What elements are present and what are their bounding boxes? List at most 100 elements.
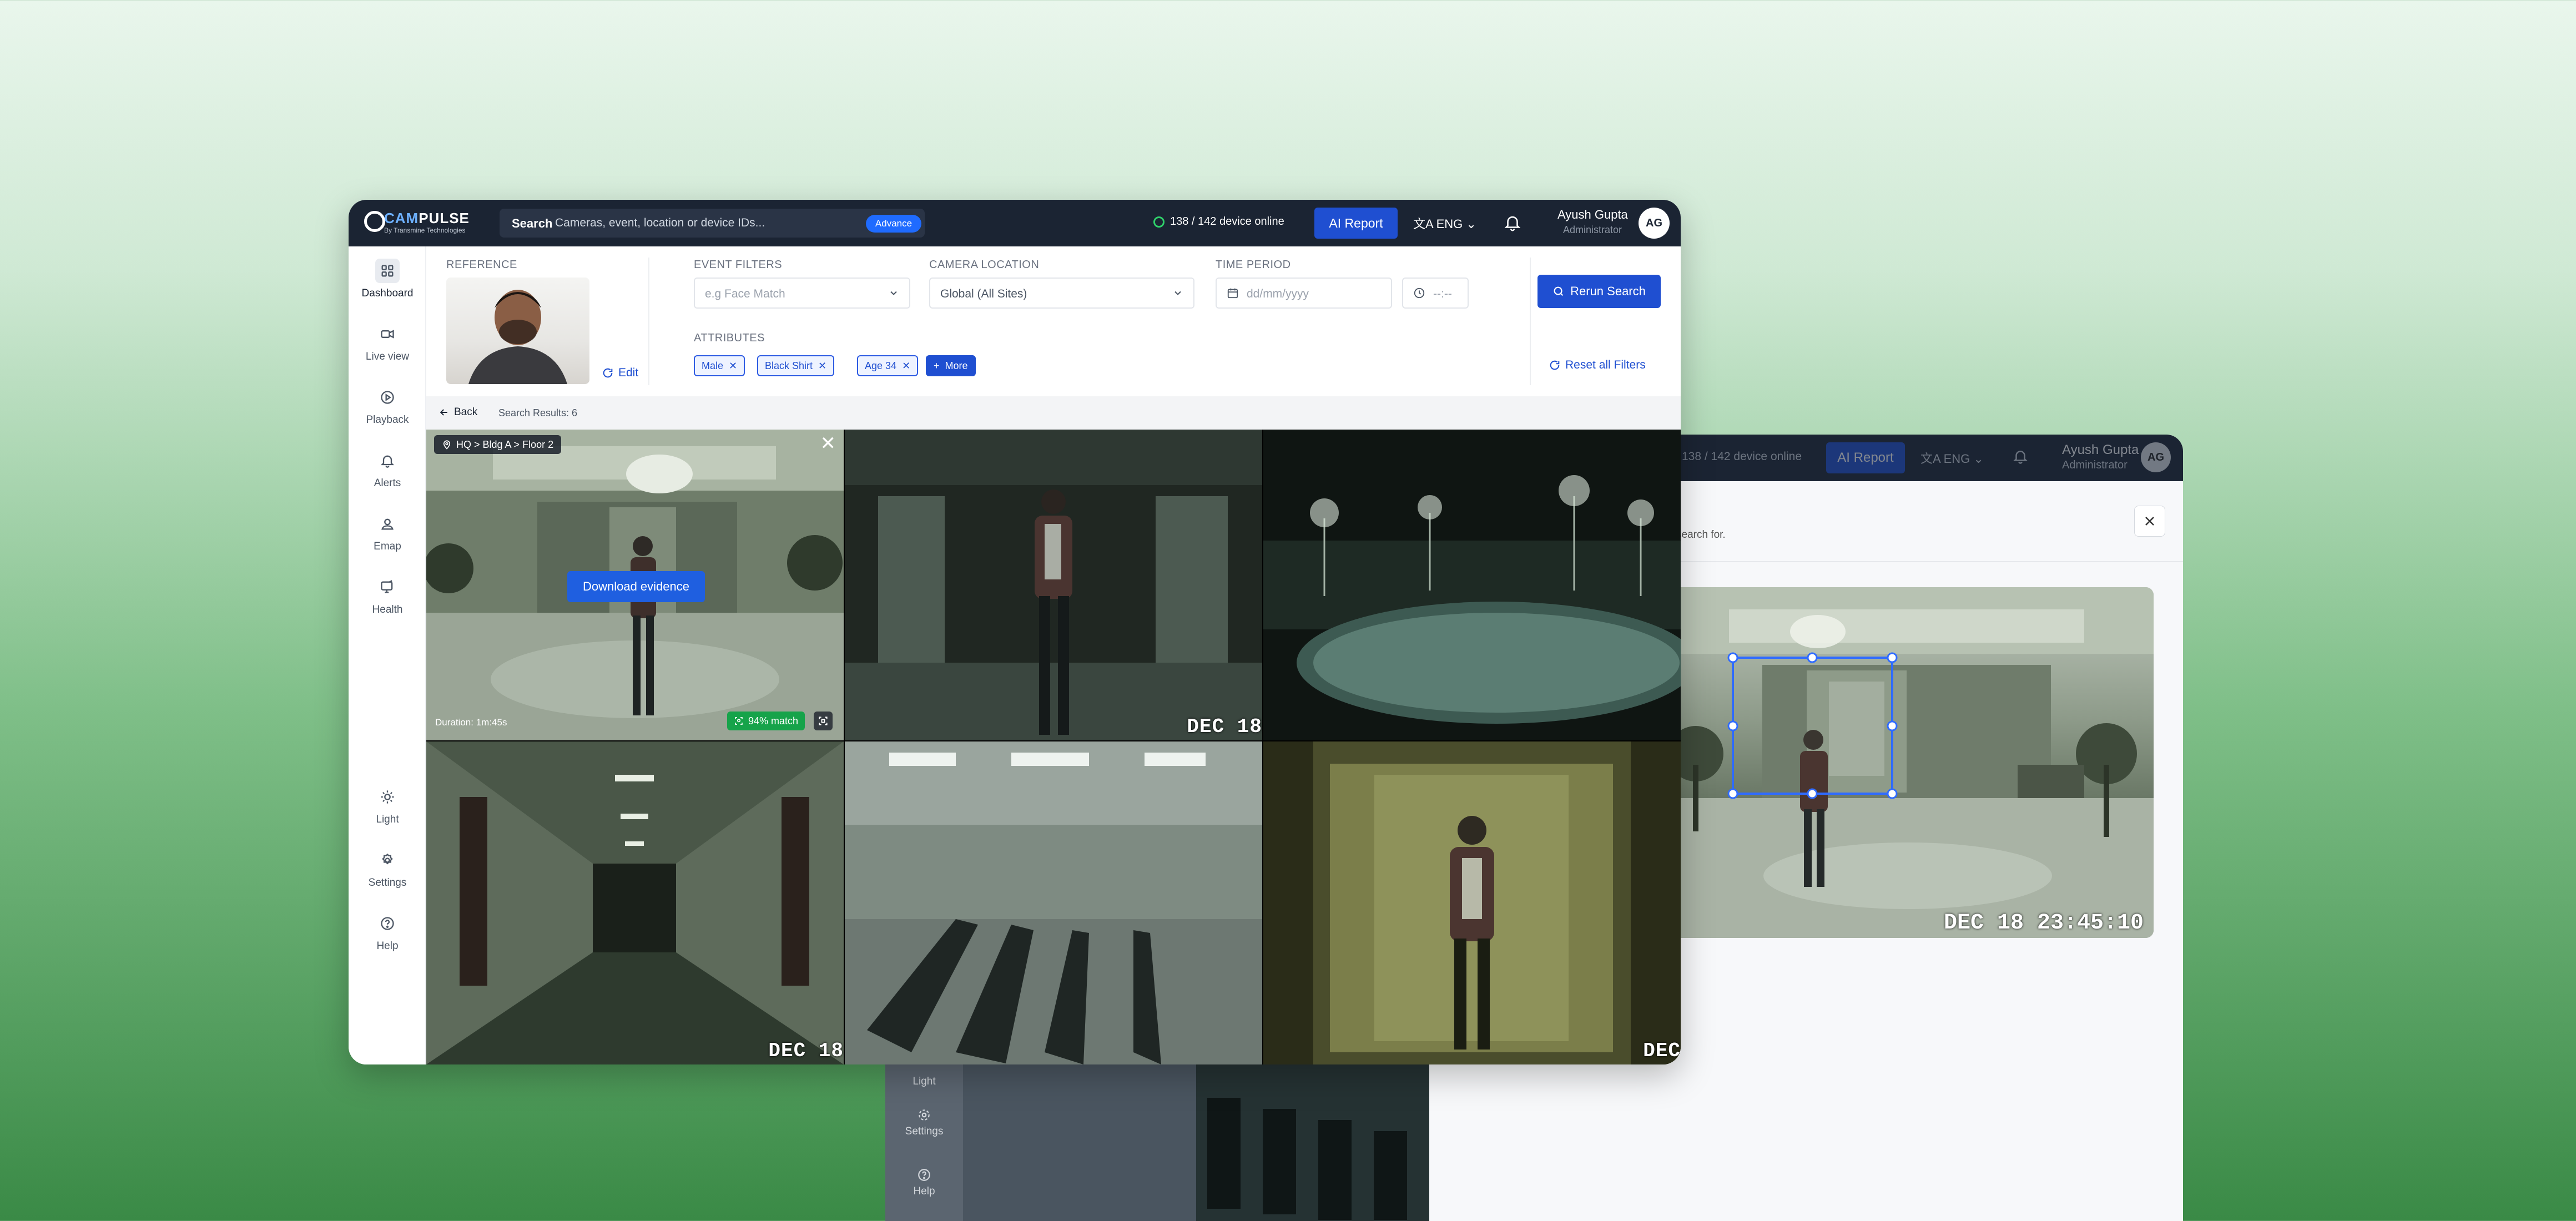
- background-avatar[interactable]: AG: [2141, 442, 2171, 472]
- sidebar-item-settings[interactable]: Settings: [349, 848, 426, 889]
- camera-location-select[interactable]: Global (All Sites): [929, 278, 1194, 309]
- face-scan-icon: [735, 717, 743, 725]
- pool-feed-illustration: [1263, 430, 1681, 740]
- sidebar-item-help[interactable]: Help: [349, 911, 426, 952]
- clock-icon: [1414, 287, 1425, 299]
- time-placeholder: --:--: [1433, 287, 1452, 300]
- camera-location-value: Global (All Sites): [940, 287, 1027, 300]
- health-monitor-icon: [381, 580, 393, 593]
- attribute-chip-male[interactable]: Male ✕: [694, 355, 745, 376]
- event-filters-select[interactable]: e.g Face Match: [694, 278, 910, 309]
- fullscreen-icon[interactable]: [814, 712, 833, 730]
- result-tile[interactable]: DEC: [1263, 741, 1681, 1064]
- back-button[interactable]: Back: [438, 406, 477, 418]
- background-sidebar-settings[interactable]: Settings: [885, 1108, 963, 1138]
- background-sidebar-light[interactable]: Light: [885, 1076, 963, 1088]
- brand-prefix: CAM: [384, 210, 419, 226]
- attribute-chip-black-shirt[interactable]: Black Shirt ✕: [757, 355, 835, 376]
- match-score-badge: 94% match: [727, 712, 805, 730]
- reference-face-photo[interactable]: [446, 278, 589, 384]
- close-icon[interactable]: ✕: [902, 360, 910, 372]
- gym-feed-illustration: [845, 741, 1262, 1064]
- search-input[interactable]: [555, 213, 855, 233]
- results-count: Search Results: 6: [498, 407, 578, 418]
- sidebar-item-alerts[interactable]: Alerts: [349, 448, 426, 490]
- lobby-scene-illustration: [1662, 587, 2154, 938]
- download-evidence-button[interactable]: Download evidence: [567, 571, 705, 602]
- attributes-label: ATTRIBUTES: [694, 332, 765, 344]
- time-period-label: TIME PERIOD: [1216, 259, 1291, 271]
- sidebar-item-label: Settings: [368, 877, 407, 889]
- attribute-chip-age[interactable]: Age 34 ✕: [857, 355, 919, 376]
- sidebar-item-emap[interactable]: Emap: [349, 512, 426, 553]
- selection-camera-image[interactable]: DEC 18 23:45:10: [1662, 587, 2154, 938]
- reference-label: REFERENCE: [446, 259, 517, 271]
- close-icon[interactable]: ✕: [729, 360, 737, 372]
- calendar-icon: [1227, 288, 1238, 299]
- user-name: Ayush Gupta: [1557, 208, 1628, 221]
- sidebar-item-label: Playback: [366, 414, 409, 426]
- notification-bell-icon[interactable]: [1503, 213, 1522, 232]
- modal-subtitle: search for.: [1676, 529, 1726, 541]
- language-selector[interactable]: 文A ENG ⌄: [1413, 214, 1476, 232]
- sidebar: Dashboard Live view Playback Alerts Emap…: [349, 246, 426, 1064]
- user-avatar[interactable]: AG: [1639, 208, 1670, 239]
- match-text: 94% match: [748, 715, 798, 726]
- location-badge: HQ > Bldg A > Floor 2: [434, 435, 562, 454]
- background-dim-panel: [963, 1064, 1196, 1221]
- background-ai-report-button[interactable]: AI Report: [1826, 442, 1905, 473]
- sidebar-item-playback[interactable]: Playback: [349, 385, 426, 426]
- event-filters-placeholder: e.g Face Match: [705, 287, 785, 300]
- result-tile[interactable]: [845, 741, 1262, 1064]
- more-attributes-button[interactable]: + More: [926, 355, 976, 376]
- sidebar-item-label: Alerts: [374, 477, 401, 489]
- close-icon[interactable]: ✕: [820, 434, 836, 453]
- sidebar-item-label: Dashboard: [361, 287, 414, 299]
- background-sidebar-help[interactable]: Help: [885, 1168, 963, 1198]
- sidebar-item-health[interactable]: Health: [349, 575, 426, 616]
- sidebar-item-label: Help: [376, 940, 399, 952]
- background-sidebar-settings-label: Settings: [905, 1126, 944, 1137]
- close-icon[interactable]: ✕: [818, 360, 826, 372]
- sidebar-item-live-view[interactable]: Live view: [349, 322, 426, 363]
- background-user-name: Ayush Gupta: [2062, 442, 2139, 457]
- plus-icon: +: [934, 360, 940, 371]
- background-language-selector[interactable]: 文A ENG ⌄: [1920, 449, 1984, 467]
- result-tile[interactable]: DEC 18: [426, 741, 844, 1064]
- user-role: Administrator: [1563, 224, 1622, 235]
- reference-face-illustration: [468, 290, 567, 384]
- sidebar-item-light[interactable]: Light: [349, 785, 426, 826]
- edit-label: Edit: [618, 366, 639, 379]
- camera-timestamp: DEC 18: [1187, 715, 1262, 738]
- close-icon: [2145, 517, 2154, 526]
- online-status-icon: [1153, 216, 1165, 228]
- ai-report-button[interactable]: AI Report: [1314, 208, 1398, 239]
- reset-filters-button[interactable]: Reset all Filters: [1549, 359, 1646, 372]
- sidebar-item-label: Emap: [374, 541, 401, 552]
- play-circle-icon: [381, 391, 394, 404]
- restaurant-feed-illustration: [845, 430, 1262, 740]
- filter-divider: [648, 258, 649, 385]
- background-bell-icon[interactable]: [2012, 448, 2029, 465]
- result-tile[interactable]: [1263, 430, 1681, 740]
- video-camera-icon: [381, 330, 394, 339]
- date-input[interactable]: dd/mm/yyyy: [1216, 278, 1392, 309]
- logo-icon: [364, 211, 385, 232]
- top-navigation-bar: CAMPULSE By Transmine Technologies Searc…: [349, 200, 1681, 246]
- advance-search-button[interactable]: Advance: [866, 215, 921, 233]
- result-tile[interactable]: DEC 18: [845, 430, 1262, 740]
- search-filters-panel: REFERENCE Edit EVENT FILTERS e.g Face Ma…: [426, 246, 1681, 396]
- rerun-search-button[interactable]: Rerun Search: [1537, 275, 1661, 308]
- background-device-status: 138 / 142 device online: [1682, 450, 1802, 463]
- background-language-label: ENG: [1943, 452, 1970, 466]
- modal-close-button[interactable]: [2134, 506, 2165, 537]
- sidebar-item-dashboard[interactable]: Dashboard: [349, 259, 426, 300]
- sidebar-item-label: Live view: [365, 351, 410, 362]
- corridor-feed-illustration: [426, 741, 844, 1064]
- camera-timestamp: DEC: [1643, 1040, 1681, 1062]
- edit-reference-button[interactable]: Edit: [602, 366, 638, 380]
- brand-name[interactable]: CAMPULSE: [384, 210, 470, 227]
- background-sidebar-help-label: Help: [913, 1185, 935, 1197]
- time-input[interactable]: --:--: [1402, 278, 1469, 309]
- result-tile[interactable]: HQ > Bldg A > Floor 2 ✕ Download evidenc…: [426, 430, 844, 740]
